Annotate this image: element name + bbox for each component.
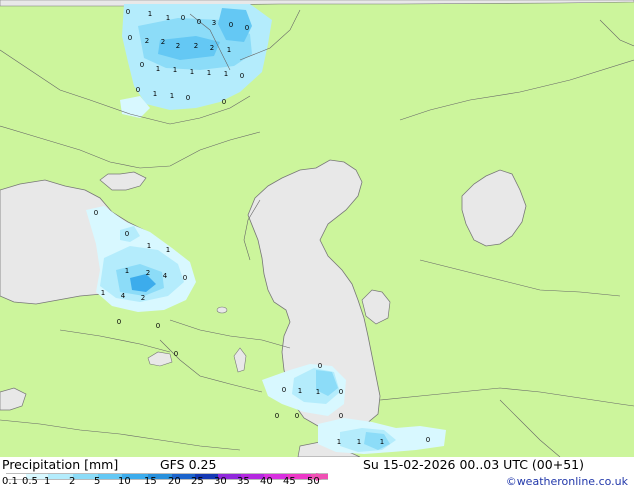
precip-value-label: 1: [101, 289, 105, 297]
precip-value-label: 0: [295, 412, 299, 420]
precip-value-label: 0: [197, 18, 201, 26]
legend-tick-label: 20: [168, 476, 181, 487]
precip-value-label: 1: [166, 246, 170, 254]
precip-value-label: 2: [145, 37, 149, 45]
map-footer: Precipitation [mm] GFS 0.25 Su 15-02-202…: [0, 457, 634, 490]
precip-value-label: 0: [229, 21, 233, 29]
precip-value-label: 3: [212, 19, 216, 27]
precip-value-label: 2: [161, 38, 165, 46]
precip-value-label: 4: [163, 272, 168, 280]
precip-value-label: 1: [337, 438, 341, 446]
precip-value-label: 1: [156, 65, 160, 73]
precip-value-label: 0: [339, 388, 343, 396]
precip-value-label: 0: [275, 412, 279, 420]
credit-link[interactable]: ©weatheronline.co.uk: [506, 475, 628, 488]
precip-value-label: 1: [170, 92, 174, 100]
legend-tick-label: 50: [307, 476, 320, 487]
precip-value-label: 0: [126, 8, 130, 16]
precip-value-label: 1: [190, 68, 194, 76]
precip-value-label: 0: [240, 72, 244, 80]
precip-value-label: 2: [141, 294, 145, 302]
legend-tick-label: 1: [44, 476, 51, 487]
precip-value-label: 0: [117, 318, 121, 326]
precip-value-label: 1: [224, 70, 228, 78]
legend-tick-label: 15: [144, 476, 157, 487]
precip-value-label: 1: [227, 46, 231, 54]
precip-value-label: 0: [136, 86, 140, 94]
legend-tick-label: 5: [94, 476, 101, 487]
precip-value-label: 1: [173, 66, 177, 74]
legend-tick-label: 40: [260, 476, 273, 487]
precip-value-label: 1: [207, 69, 211, 77]
precip-value-label: 2: [194, 42, 198, 50]
precip-value-label: 0: [222, 98, 226, 106]
valid-time: Su 15-02-2026 00..03 UTC (00+51): [363, 457, 584, 472]
precipitation-map: 0 1 1 0 0 3 0 0 0 2 2 2 2 2 1 0 1 1 1 1 1 0 0 1 1 0 0 0 0 1 1 1 2 4 0 1 4 2 0 0…: [0, 0, 634, 457]
precip-value-label: 4: [121, 292, 126, 300]
legend-tick-label: 2: [69, 476, 76, 487]
precip-value-label: 0: [140, 61, 144, 69]
precip-value-label: 0: [282, 386, 286, 394]
precip-value-label: 1: [380, 438, 384, 446]
precip-value-label: 0: [125, 230, 129, 238]
precip-value-label: 0: [174, 350, 178, 358]
precip-value-label: 1: [166, 14, 170, 22]
legend-tick-label: 45: [283, 476, 296, 487]
precip-value-label: 0: [94, 209, 98, 217]
precip-value-label: 1: [147, 242, 151, 250]
precip-value-label: 0: [245, 24, 249, 32]
legend-tick-label: 25: [191, 476, 204, 487]
model-name: GFS 0.25: [160, 457, 217, 472]
precip-value-label: 0: [156, 322, 160, 330]
precip-value-label: 1: [125, 267, 129, 275]
precip-value-label: 0: [183, 274, 187, 282]
precip-value-label: 0: [318, 362, 322, 370]
precip-value-label: 2: [210, 44, 214, 52]
precip-value-label: 0: [339, 412, 343, 420]
precip-value-label: 2: [146, 269, 150, 277]
legend-tick-label: 35: [237, 476, 250, 487]
precip-value-label: 0: [186, 94, 190, 102]
legend-tick-label: 0.5: [22, 476, 38, 487]
lake-sevan: [216, 306, 228, 314]
precip-value-label: 0: [128, 34, 132, 42]
precip-value-label: 1: [357, 438, 361, 446]
map-title: Precipitation [mm]: [2, 457, 119, 472]
precip-value-label: 1: [153, 90, 157, 98]
precip-value-label: 1: [298, 387, 302, 395]
precip-value-label: 2: [176, 42, 180, 50]
legend-tick-label: 30: [214, 476, 227, 487]
precip-value-label: 0: [426, 436, 430, 444]
legend-tick-label: 10: [118, 476, 131, 487]
precip-value-label: 0: [181, 14, 185, 22]
precip-value-label: 1: [316, 388, 320, 396]
legend-tick-label: 0.1: [2, 476, 18, 487]
precip-value-label: 1: [148, 10, 152, 18]
